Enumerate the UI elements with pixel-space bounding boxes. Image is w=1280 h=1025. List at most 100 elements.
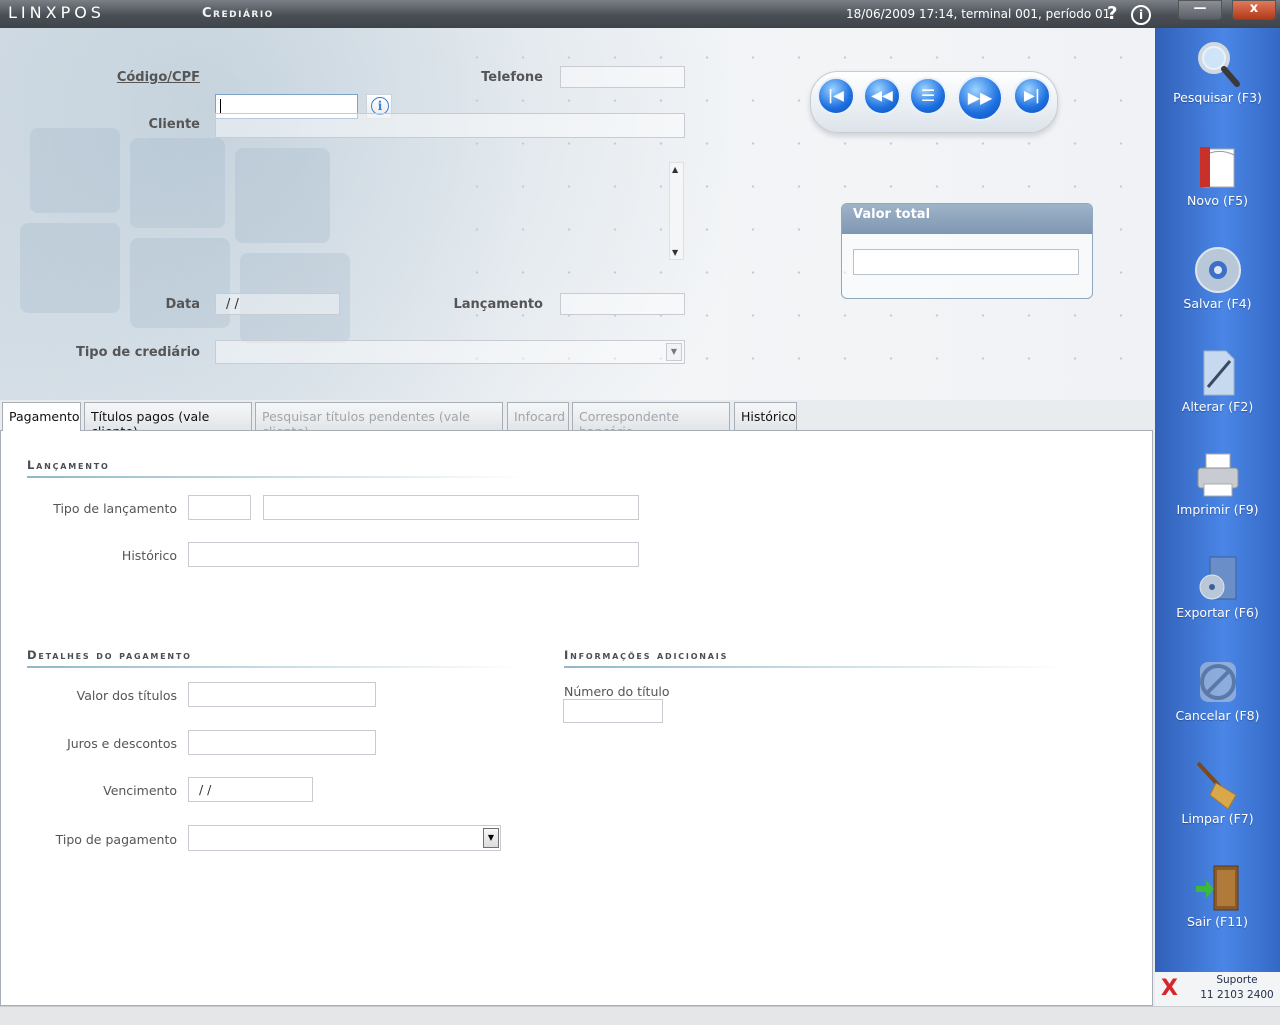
novo-button[interactable]: Novo (F5) bbox=[1155, 135, 1280, 225]
background-decoration bbox=[30, 128, 120, 213]
tab-pagamento[interactable]: Pagamento bbox=[2, 402, 81, 431]
window-title: Crediário bbox=[202, 6, 274, 21]
info-icon[interactable]: i bbox=[1131, 5, 1151, 25]
vencimento-field[interactable]: / / bbox=[188, 777, 313, 802]
session-status: 18/06/2009 17:14, terminal 001, período … bbox=[846, 7, 1115, 21]
app-logo: LINXPOS bbox=[8, 3, 105, 22]
tipo-crediario-label: Tipo de crediário bbox=[75, 345, 200, 360]
disc-icon bbox=[1195, 247, 1241, 293]
cancelar-label: Cancelar (F8) bbox=[1175, 708, 1260, 723]
cliente-label: Cliente bbox=[148, 117, 200, 132]
previous-record-icon[interactable]: ◀◀ bbox=[863, 77, 901, 115]
record-navigation: |◀ ◀◀ ☰ ▶▶ ▶| bbox=[810, 71, 1058, 133]
tipo-pagamento-label: Tipo de pagamento bbox=[55, 832, 177, 847]
salvar-label: Salvar (F4) bbox=[1183, 296, 1252, 311]
cancel-icon bbox=[1200, 662, 1236, 702]
scroll-up-icon[interactable]: ▲ bbox=[672, 165, 678, 174]
magnifier-icon bbox=[1198, 42, 1240, 87]
tipo-lancamento-code-field[interactable] bbox=[188, 495, 251, 520]
novo-label: Novo (F5) bbox=[1187, 193, 1248, 208]
valor-titulos-field[interactable] bbox=[188, 682, 376, 707]
vencimento-label: Vencimento bbox=[103, 783, 177, 798]
section-detalhes-pagamento: Detalhes do pagamento bbox=[27, 648, 192, 662]
salvar-button[interactable]: Salvar (F4) bbox=[1155, 238, 1280, 328]
limpar-button[interactable]: Limpar (F7) bbox=[1155, 753, 1280, 843]
tab-bar: Pagamento Títulos pagos (vale cliente) P… bbox=[0, 402, 1155, 439]
section-informacoes-adicionais: Informações adicionais bbox=[564, 648, 729, 662]
notes-scrollbar[interactable]: ▲ ▼ bbox=[669, 162, 684, 260]
support-phone: 11 2103 2400 bbox=[1200, 989, 1274, 1001]
status-bar bbox=[0, 1006, 1280, 1025]
last-record-icon[interactable]: ▶| bbox=[1013, 77, 1051, 115]
historico-field[interactable] bbox=[188, 542, 639, 567]
text-cursor bbox=[220, 99, 221, 114]
pagamento-panel: Lançamento Tipo de lançamento Histórico … bbox=[0, 430, 1153, 1006]
historico-label: Histórico bbox=[121, 548, 177, 563]
new-document-icon bbox=[1200, 147, 1235, 188]
tab-correspondente-bancario: Correspondente bancário bbox=[572, 402, 730, 439]
chevron-down-icon[interactable]: ▼ bbox=[483, 828, 499, 848]
scroll-down-icon[interactable]: ▼ bbox=[672, 248, 678, 257]
chevron-down-icon[interactable]: ▼ bbox=[666, 343, 682, 361]
telefone-field[interactable] bbox=[560, 66, 685, 88]
cancelar-button[interactable]: Cancelar (F8) bbox=[1155, 650, 1280, 740]
support-label: Suporte bbox=[1216, 974, 1258, 986]
juros-descontos-field[interactable] bbox=[188, 730, 376, 755]
data-field[interactable]: / / bbox=[215, 293, 340, 315]
valor-titulos-label: Valor dos títulos bbox=[76, 688, 177, 703]
numero-titulo-label: Número do título bbox=[564, 684, 670, 699]
export-icon bbox=[1199, 556, 1237, 600]
lancamento-label: Lançamento bbox=[453, 297, 543, 312]
close-button[interactable]: x bbox=[1232, 0, 1276, 20]
background-decoration bbox=[235, 148, 330, 243]
juros-descontos-label: Juros e descontos bbox=[67, 736, 177, 751]
telefone-label: Telefone bbox=[481, 70, 543, 85]
help-icon[interactable]: ? bbox=[1107, 3, 1117, 24]
tab-titulos-pagos[interactable]: Títulos pagos (vale cliente) bbox=[84, 402, 252, 439]
list-icon[interactable]: ☰ bbox=[909, 77, 947, 115]
tipo-pagamento-select[interactable]: ▼ bbox=[188, 825, 501, 851]
exportar-label: Exportar (F6) bbox=[1176, 605, 1259, 620]
linx-logo-icon: X bbox=[1161, 976, 1178, 1001]
tab-infocard: Infocard bbox=[507, 402, 569, 430]
tab-historico[interactable]: Histórico bbox=[734, 402, 797, 430]
edit-document-icon bbox=[1203, 350, 1235, 396]
tipo-crediario-select[interactable]: ▼ bbox=[215, 340, 685, 364]
sair-label: Sair (F11) bbox=[1186, 914, 1249, 929]
limpar-label: Limpar (F7) bbox=[1181, 811, 1254, 826]
tab-pesquisar-titulos-pendentes: Pesquisar títulos pendentes (vale client… bbox=[255, 402, 503, 439]
imprimir-button[interactable]: Imprimir (F9) bbox=[1155, 444, 1280, 534]
first-record-icon[interactable]: |◀ bbox=[817, 77, 855, 115]
exportar-button[interactable]: Exportar (F6) bbox=[1155, 547, 1280, 637]
header-panel: Código/CPF i Telefone Cliente ▲ ▼ Data /… bbox=[0, 28, 1155, 400]
tipo-lancamento-label: Tipo de lançamento bbox=[53, 501, 177, 516]
tipo-lancamento-description-field[interactable] bbox=[263, 495, 639, 520]
exit-door-icon bbox=[1196, 865, 1239, 911]
minimize-button[interactable]: — bbox=[1178, 0, 1222, 20]
lancamento-field[interactable] bbox=[560, 293, 685, 315]
section-divider bbox=[27, 476, 527, 478]
alterar-button[interactable]: Alterar (F2) bbox=[1155, 341, 1280, 431]
broom-icon bbox=[1196, 761, 1237, 810]
alterar-label: Alterar (F2) bbox=[1181, 399, 1254, 414]
valor-total-box: Valor total bbox=[841, 203, 1093, 299]
codigo-cpf-label: Código/CPF bbox=[116, 70, 200, 85]
title-bar: LINXPOS Crediário 18/06/2009 17:14, term… bbox=[0, 0, 1280, 28]
numero-titulo-field[interactable] bbox=[563, 699, 663, 723]
data-label: Data bbox=[165, 297, 200, 312]
section-lancamento: Lançamento bbox=[27, 458, 110, 472]
background-decoration bbox=[130, 138, 225, 228]
pesquisar-label: Pesquisar (F3) bbox=[1173, 90, 1262, 105]
pesquisar-button[interactable]: Pesquisar (F3) bbox=[1155, 32, 1280, 122]
next-record-icon[interactable]: ▶▶ bbox=[957, 75, 1003, 121]
imprimir-label: Imprimir (F9) bbox=[1176, 502, 1259, 517]
cliente-field[interactable] bbox=[215, 113, 685, 138]
action-sidebar: Pesquisar (F3) Novo (F5) Salvar (F4) Alt… bbox=[1155, 28, 1280, 972]
valor-total-field bbox=[853, 249, 1079, 275]
valor-total-label: Valor total bbox=[842, 204, 1092, 234]
printer-icon bbox=[1197, 453, 1239, 497]
section-divider bbox=[27, 666, 521, 668]
support-info: X Suporte 11 2103 2400 bbox=[1155, 972, 1280, 1006]
section-divider bbox=[564, 666, 1064, 668]
sair-button[interactable]: Sair (F11) bbox=[1155, 856, 1280, 946]
